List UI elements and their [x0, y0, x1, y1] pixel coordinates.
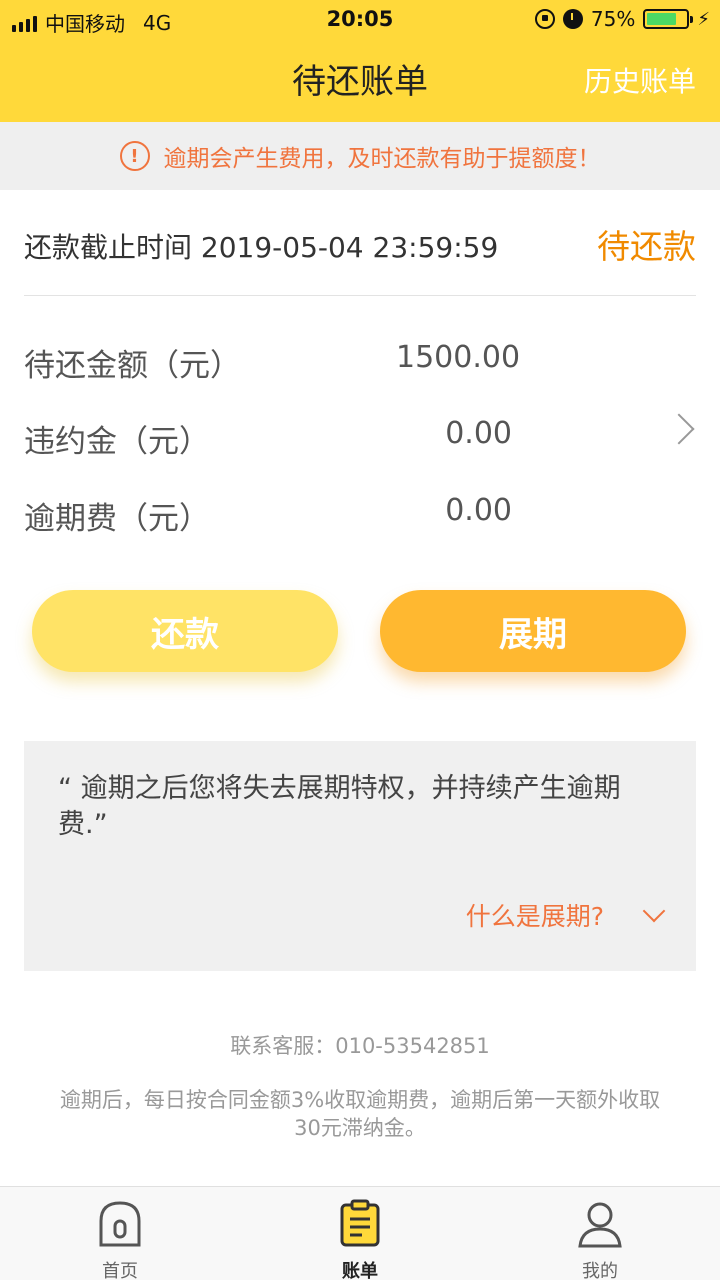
- alarm-icon: [562, 9, 583, 29]
- info-link-label: 什么是展期?: [465, 902, 604, 931]
- amount-value: 1500.00: [396, 340, 521, 375]
- amount-row-penalty[interactable]: 违约金（元） 0.00: [24, 406, 696, 466]
- amount-label: 违约金（元）: [24, 424, 210, 460]
- amount-row-overdue-fee: 逾期费（元） 0.00: [24, 483, 696, 543]
- tab-label: 我的: [582, 1261, 618, 1280]
- rotation-lock-icon: [534, 9, 555, 29]
- deadline-row: 还款截止时间 2019-05-04 23:59:59 待还款: [24, 190, 696, 296]
- amount-value: 0.00: [445, 493, 512, 528]
- tab-profile[interactable]: 我的: [480, 1187, 720, 1280]
- profile-icon: [578, 1202, 622, 1248]
- battery-percent: 75%: [590, 7, 636, 31]
- amount-row-due: 待还金额（元） 1500.00: [24, 330, 696, 390]
- deadline-label: 还款截止时间 2019-05-04 23:59:59: [24, 231, 499, 264]
- bill-status: 待还款: [597, 227, 696, 266]
- overdue-notice: ! 逾期会产生费用，及时还款有助于提额度！: [0, 122, 720, 190]
- status-bar: 中国移动 4G 20:05 75% ⚡: [0, 0, 720, 40]
- info-text: “ 逾期之后您将失去展期特权，并持续产生逾期费.”: [58, 773, 621, 840]
- status-right: 75% ⚡: [534, 7, 710, 31]
- tab-home[interactable]: 首页: [0, 1187, 240, 1280]
- bill-icon: [340, 1199, 380, 1247]
- tab-bill[interactable]: 账单: [240, 1187, 480, 1280]
- what-is-extension-link[interactable]: 什么是展期?: [465, 897, 666, 933]
- overdue-rule-text: 逾期后，每日按合同金额3%收取逾期费，逾期后第一天额外收取30元滞纳金。: [59, 1088, 661, 1140]
- tab-bar: 首页 账单 我的: [0, 1186, 720, 1280]
- notice-text: 逾期会产生费用，及时还款有助于提额度！: [163, 146, 601, 172]
- chevron-down-icon: [642, 899, 666, 923]
- history-bills-link[interactable]: 历史账单: [584, 60, 696, 100]
- amount-label: 逾期费（元）: [24, 501, 210, 537]
- amount-label: 待还金额（元）: [24, 348, 241, 384]
- extension-info-box: “ 逾期之后您将失去展期特权，并持续产生逾期费.” 什么是展期?: [24, 741, 696, 971]
- customer-service-contact[interactable]: 联系客服：010-53542851: [0, 1030, 720, 1060]
- top-bar: 中国移动 4G 20:05 75% ⚡ 待还账单 历史账单: [0, 0, 720, 122]
- home-icon: [99, 1201, 141, 1247]
- battery-icon: [643, 9, 694, 29]
- chevron-right-icon[interactable]: [663, 413, 695, 445]
- amount-value: 0.00: [445, 416, 512, 451]
- tab-label: 首页: [102, 1261, 138, 1280]
- charging-icon: ⚡: [697, 8, 710, 30]
- extend-button[interactable]: 展期: [380, 590, 686, 672]
- tab-label: 账单: [342, 1261, 378, 1280]
- warning-icon: !: [119, 141, 150, 171]
- repay-button[interactable]: 还款: [32, 590, 338, 672]
